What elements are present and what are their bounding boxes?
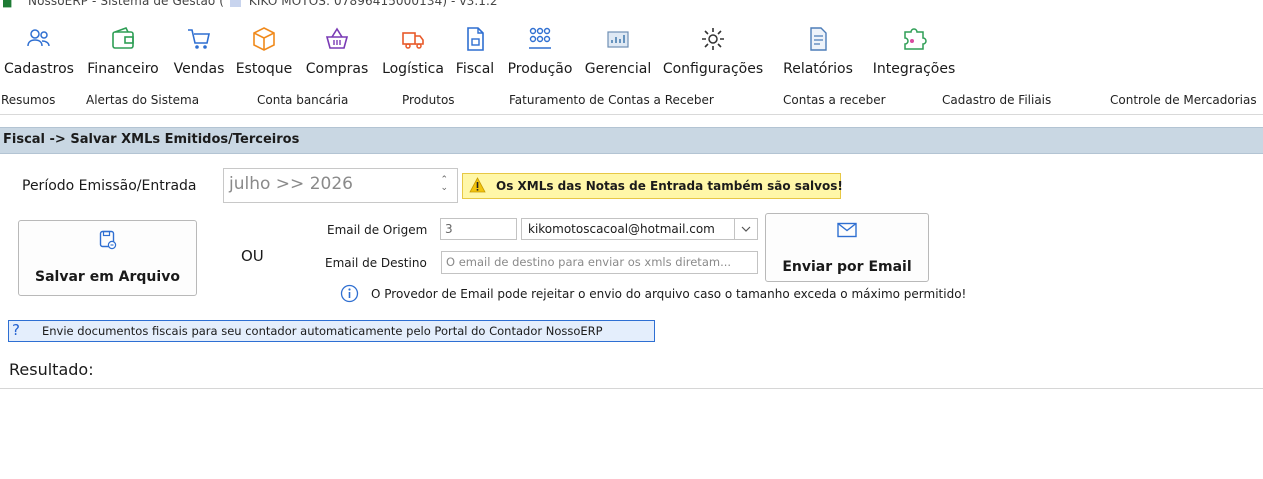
module-label: Compras — [305, 61, 369, 77]
module-integracoes[interactable]: Integrações — [866, 26, 962, 82]
resultado-output-area — [0, 388, 1263, 479]
email-destino-label: Email de Destino — [325, 256, 427, 270]
module-label: Cadastros — [4, 61, 74, 77]
module-fiscal[interactable]: Fiscal — [451, 26, 499, 82]
quick-link-resumos[interactable]: Resumos — [1, 93, 55, 107]
quick-link-faturamento[interactable]: Faturamento de Contas a Receber — [509, 93, 714, 107]
module-label: Financeiro — [87, 61, 159, 77]
info-text: O Provedor de Email pode rejeitar o envi… — [371, 287, 967, 301]
module-label: Gerencial — [584, 61, 652, 77]
quick-links-bar: Resumos Alertas do Sistema Conta bancári… — [0, 88, 1263, 115]
app-logo-icon: ■ — [2, 0, 13, 9]
module-compras[interactable]: Compras — [299, 26, 375, 82]
send-email-label: Enviar por Email — [782, 259, 912, 275]
basket-icon — [325, 27, 349, 49]
window-title: NossoERP - Sistema de Gestão ( KIKO MOTO… — [28, 0, 498, 8]
save-file-icon — [99, 230, 116, 250]
quick-link-produtos[interactable]: Produtos — [402, 93, 455, 107]
email-origem-number: 3 — [445, 222, 453, 236]
module-label: Vendas — [173, 61, 225, 77]
module-financeiro[interactable]: Financeiro — [81, 26, 165, 82]
quick-link-filiais[interactable]: Cadastro de Filiais — [942, 93, 1051, 107]
entrada-warning-banner: Os XMLs das Notas de Entrada também são … — [462, 173, 843, 199]
portal-contador-text: Envie documentos fiscais para seu contad… — [42, 324, 603, 338]
periodo-label: Período Emissão/Entrada — [22, 178, 197, 194]
envelope-icon — [837, 222, 857, 238]
module-label: Configurações — [662, 61, 764, 77]
truck-icon — [402, 32, 424, 49]
portal-contador-link[interactable]: ? Envie documentos fiscais para seu cont… — [8, 320, 655, 342]
module-configuracoes[interactable]: Configurações — [658, 26, 768, 82]
save-to-file-label: Salvar em Arquivo — [35, 269, 180, 285]
module-cadastros[interactable]: Cadastros — [0, 26, 78, 82]
save-to-file-button[interactable]: Salvar em Arquivo — [18, 220, 197, 296]
dashboard-icon — [607, 31, 629, 48]
module-label: Produção — [507, 61, 573, 77]
periodo-spinner[interactable]: julho >> 2026 ⌃ ⌄ — [223, 168, 458, 203]
email-origem-select[interactable]: kikomotoscacoal@hotmail.com — [521, 218, 758, 240]
module-estoque[interactable]: Estoque — [232, 26, 296, 82]
module-gerencial[interactable]: Gerencial — [581, 26, 655, 82]
spinner-arrows-icon[interactable]: ⌃ ⌄ — [440, 176, 448, 193]
email-destino-field-wrapper — [441, 251, 758, 274]
chevron-down-icon[interactable] — [734, 219, 757, 239]
warning-icon — [469, 177, 486, 193]
or-label: OU — [241, 247, 264, 265]
email-destino-input[interactable] — [442, 252, 757, 271]
help-question-icon: ? — [12, 321, 20, 339]
quick-link-conta-bancaria[interactable]: Conta bancária — [257, 93, 348, 107]
email-origem-label: Email de Origem — [327, 223, 428, 237]
module-vendas[interactable]: Vendas — [168, 26, 230, 82]
cart-icon — [188, 29, 210, 49]
module-relatorios[interactable]: Relatórios — [778, 26, 858, 82]
breadcrumb: Fiscal -> Salvar XMLs Emitidos/Terceiros — [3, 132, 300, 147]
box-icon — [253, 27, 275, 51]
quick-link-contas-receber[interactable]: Contas a receber — [783, 93, 886, 107]
periodo-value: julho >> 2026 — [229, 174, 353, 194]
fiscal-document-icon — [467, 27, 484, 51]
company-color-swatch — [230, 0, 241, 7]
module-label: Integrações — [872, 61, 956, 77]
puzzle-icon — [904, 28, 927, 50]
quick-link-alertas[interactable]: Alertas do Sistema — [86, 93, 199, 107]
module-label: Logística — [382, 61, 444, 77]
window-title-company: KIKO MOTOS: 07896415000134) - v3.1.2 — [248, 0, 498, 8]
module-label: Relatórios — [783, 61, 853, 77]
resultado-label: Resultado: — [9, 360, 94, 379]
window-title-prefix: NossoERP - Sistema de Gestão ( — [28, 0, 225, 8]
module-label: Fiscal — [455, 61, 495, 77]
page-header-bar: Fiscal -> Salvar XMLs Emitidos/Terceiros — [0, 127, 1263, 154]
module-label: Estoque — [235, 61, 293, 77]
window-title-bar: ■ NossoERP - Sistema de Gestão ( KIKO MO… — [0, 0, 1263, 14]
email-origem-number-field[interactable]: 3 — [440, 218, 517, 240]
production-icon — [529, 27, 551, 49]
warning-text: Os XMLs das Notas de Entrada também são … — [496, 179, 843, 193]
main-module-ribbon: Cadastros Financeiro Vendas Estoque Comp… — [0, 26, 1263, 82]
users-icon — [27, 29, 50, 47]
email-origem-value: kikomotoscacoal@hotmail.com — [528, 222, 715, 236]
gear-icon — [702, 28, 724, 50]
send-email-button[interactable]: Enviar por Email — [765, 213, 929, 282]
quick-link-mercadorias[interactable]: Controle de Mercadorias — [1110, 93, 1257, 107]
module-producao[interactable]: Produção — [501, 26, 579, 82]
info-icon — [340, 284, 359, 303]
wallet-icon — [112, 27, 134, 49]
report-icon — [810, 27, 827, 51]
module-logistica[interactable]: Logística — [377, 26, 449, 82]
